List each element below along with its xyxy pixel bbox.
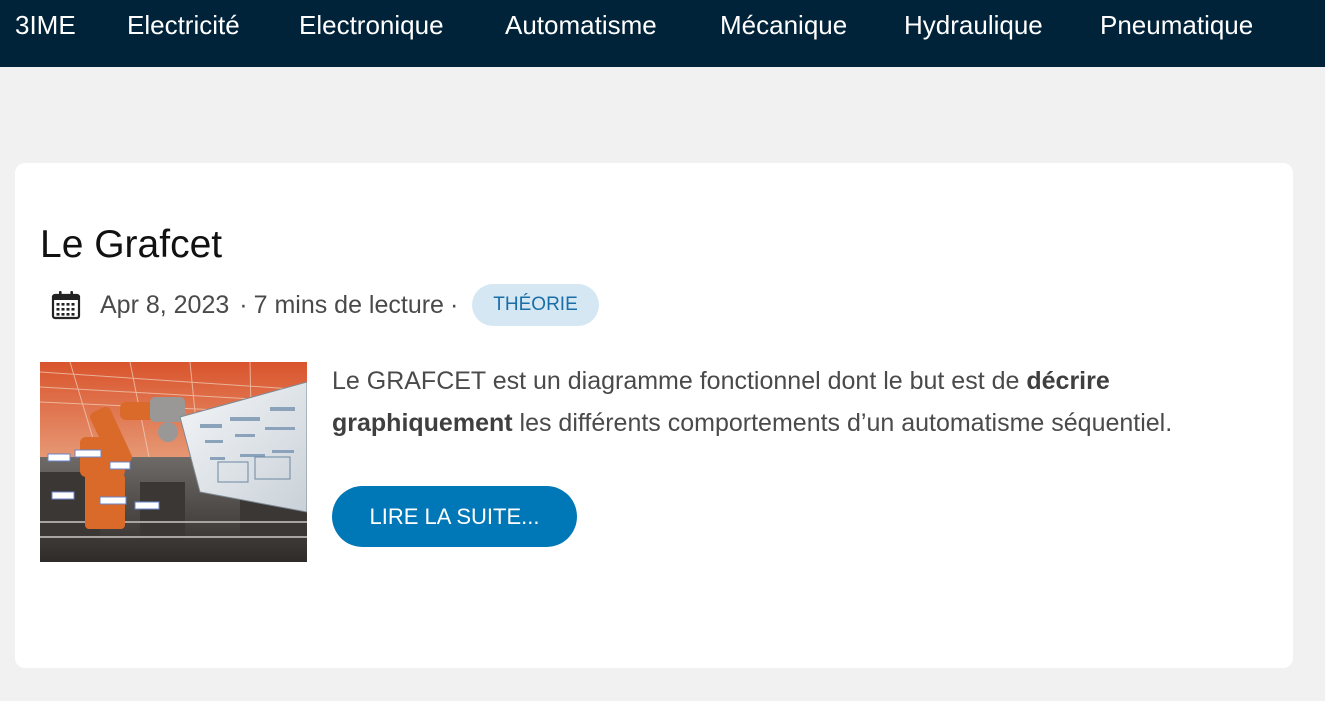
excerpt-text: Le GRAFCET est un diagramme fonctionnel … — [332, 367, 1027, 395]
post-date: Apr 8, 2023 — [100, 290, 230, 319]
nav-item-pneumatique[interactable]: Pneumatique — [1100, 9, 1253, 41]
nav-item-electricite[interactable]: Electricité — [127, 9, 240, 41]
post-title[interactable]: Le Grafcet — [40, 223, 222, 267]
nav-item-automatisme[interactable]: Automatisme — [505, 9, 657, 41]
post-meta: Apr 8, 2023 · 7 mins de lecture · THÉORI… — [50, 283, 599, 327]
top-navigation: 3IME Electricité Electronique Automatism… — [0, 0, 1325, 67]
read-more-button[interactable]: LIRE LA SUITE... — [332, 486, 577, 547]
nav-item-electronique[interactable]: Electronique — [299, 9, 444, 41]
category-badge[interactable]: THÉORIE — [472, 284, 599, 326]
post-excerpt: Le GRAFCET est un diagramme fonctionnel … — [332, 360, 1262, 444]
calendar-icon — [50, 289, 82, 321]
reading-time: 7 mins de lecture — [253, 290, 444, 319]
post-thumbnail[interactable] — [40, 362, 307, 562]
nav-item-mecanique[interactable]: Mécanique — [720, 9, 847, 41]
meta-separator: · — [449, 290, 459, 319]
excerpt-text: les différents comportements d’un automa… — [512, 409, 1173, 437]
nav-item-3ime[interactable]: 3IME — [15, 9, 76, 41]
post-card: Le Grafcet Apr 8, 2023 · 7 mins de lectu… — [15, 163, 1293, 668]
meta-separator: · — [239, 290, 248, 319]
nav-item-hydraulique[interactable]: Hydraulique — [904, 9, 1043, 41]
